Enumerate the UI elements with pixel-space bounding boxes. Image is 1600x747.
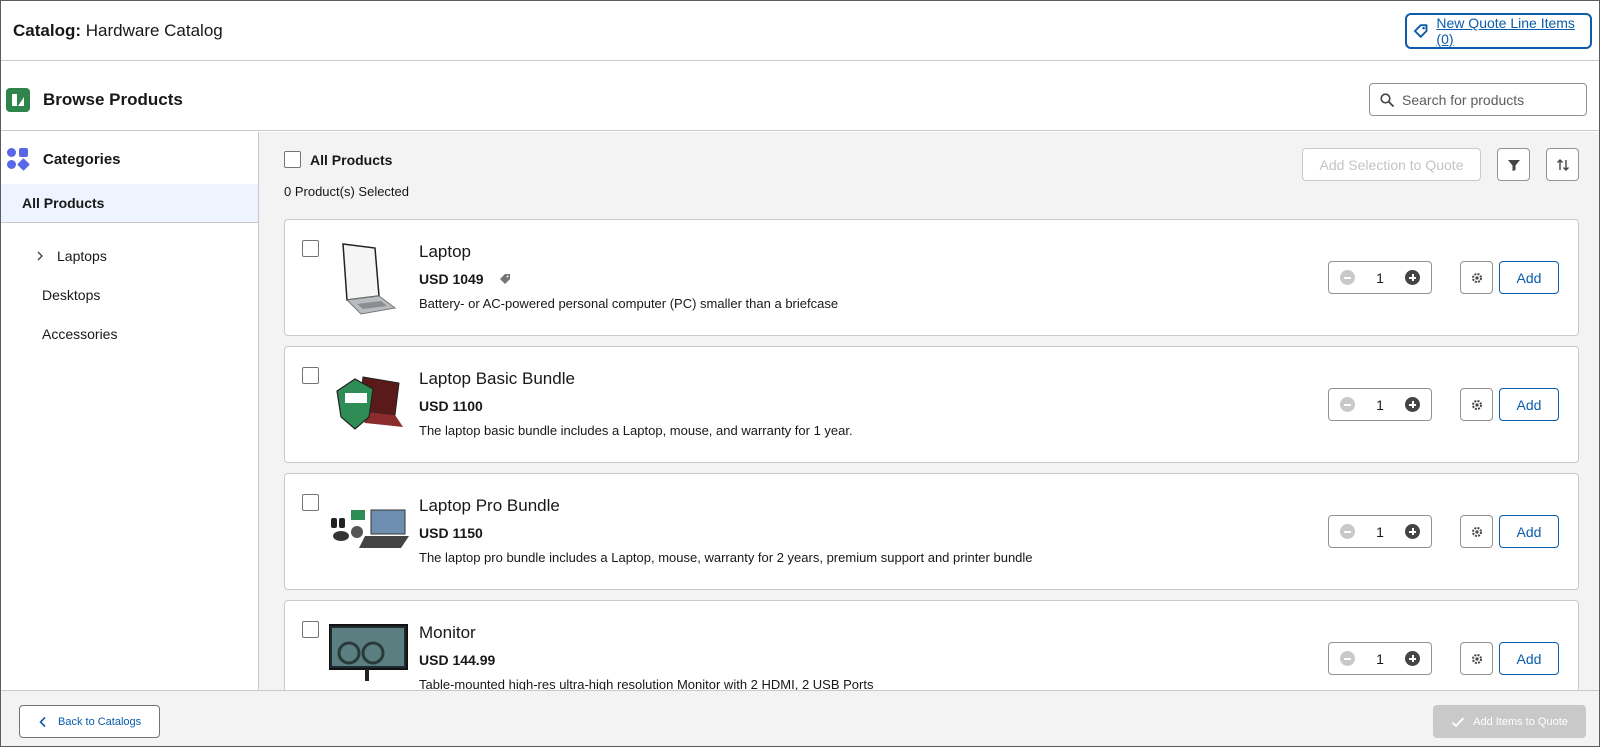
add-items-to-quote-button[interactable]: Add Items to Quote xyxy=(1433,705,1586,738)
configure-button[interactable] xyxy=(1460,642,1493,675)
gear-icon xyxy=(1471,653,1482,664)
back-to-catalogs-label: Back to Catalogs xyxy=(58,715,142,728)
product-name: Monitor xyxy=(419,623,476,642)
quantity-stepper[interactable]: 1 xyxy=(1328,388,1432,421)
search-icon xyxy=(1380,92,1394,107)
laptop-basic-bundle-image xyxy=(336,376,403,430)
footer-bar: Back to Catalogs Add Items to Quote xyxy=(1,690,1599,746)
sort-button[interactable] xyxy=(1546,148,1579,181)
quantity-stepper[interactable]: 1 xyxy=(1328,515,1432,548)
product-description: Table-mounted high-res ultra-high resolu… xyxy=(419,677,874,690)
product-description: The laptop basic bundle includes a Lapto… xyxy=(419,423,853,438)
product-price-value: USD 1049 xyxy=(419,271,484,287)
product-card-laptop-basic-bundle: Laptop Basic Bundle USD 1100 The laptop … xyxy=(284,346,1579,463)
filter-button[interactable] xyxy=(1497,148,1530,181)
sidebar-item-desktops[interactable]: Desktops xyxy=(42,287,100,303)
product-card-laptop: Laptop USD 1049 Battery- or AC-powered p… xyxy=(284,219,1579,336)
app-frame: Catalog: Hardware Catalog New Quote Line… xyxy=(0,0,1600,747)
product-description: The laptop pro bundle includes a Laptop,… xyxy=(419,550,1033,565)
search-box[interactable] xyxy=(1369,83,1587,116)
sidebar-item-accessories[interactable]: Accessories xyxy=(42,326,117,342)
new-quote-line-items-label: New Quote Line Items (0) xyxy=(1436,15,1575,47)
configure-button[interactable] xyxy=(1460,515,1493,548)
product-checkbox[interactable] xyxy=(302,240,319,257)
sidebar-item-label: Laptops xyxy=(57,248,107,264)
product-price: USD 1150 xyxy=(419,525,483,541)
increase-quantity-button[interactable] xyxy=(1405,524,1420,539)
gear-icon xyxy=(1471,399,1482,410)
product-description: Battery- or AC-powered personal computer… xyxy=(419,296,839,311)
check-icon xyxy=(1451,716,1465,727)
categories-title: Categories xyxy=(43,150,121,168)
monitor-image xyxy=(329,624,408,681)
browse-products-icon xyxy=(6,88,30,112)
product-price-value: USD 144.99 xyxy=(419,652,496,668)
configure-button[interactable] xyxy=(1460,261,1493,294)
product-checkbox[interactable] xyxy=(302,621,319,638)
catalog-prefix: Catalog: xyxy=(13,21,81,40)
categories-sidebar: Categories All Products Laptops Desktops… xyxy=(1,132,259,690)
laptop-image xyxy=(342,243,397,315)
select-all[interactable]: All Products xyxy=(284,151,392,168)
increase-quantity-button[interactable] xyxy=(1405,397,1420,412)
sidebar-item-laptops[interactable]: Laptops xyxy=(35,248,107,264)
gear-icon xyxy=(1471,526,1482,537)
increase-quantity-button[interactable] xyxy=(1405,651,1420,666)
product-name: Laptop xyxy=(419,242,471,261)
product-list-area: All Products 0 Product(s) Selected Add S… xyxy=(259,132,1599,690)
product-name: Laptop Pro Bundle xyxy=(419,496,560,515)
price-tag-icon xyxy=(499,274,510,284)
select-all-label: All Products xyxy=(310,151,393,168)
product-price-value: USD 1100 xyxy=(419,398,483,414)
product-card-monitor: Monitor USD 144.99 Table-mounted high-re… xyxy=(284,600,1579,690)
selected-count: 0 Product(s) Selected xyxy=(284,184,410,199)
add-button[interactable]: Add xyxy=(1499,388,1559,421)
add-button[interactable]: Add xyxy=(1499,515,1559,548)
quantity-stepper[interactable]: 1 xyxy=(1328,642,1432,675)
add-selection-to-quote-button[interactable]: Add Selection to Quote xyxy=(1302,148,1481,181)
product-price-value: USD 1150 xyxy=(419,525,483,541)
add-items-to-quote-label: Add Items to Quote xyxy=(1473,715,1568,728)
new-quote-line-items-button[interactable]: New Quote Line Items (0) xyxy=(1405,13,1592,49)
add-button[interactable]: Add xyxy=(1499,261,1559,294)
sort-icon xyxy=(1556,158,1569,171)
product-checkbox[interactable] xyxy=(302,494,319,511)
gear-icon xyxy=(1471,272,1482,283)
add-button[interactable]: Add xyxy=(1499,642,1559,675)
chevron-left-icon xyxy=(39,716,46,727)
back-to-catalogs-button[interactable]: Back to Catalogs xyxy=(19,705,160,738)
product-name: Laptop Basic Bundle xyxy=(419,369,575,388)
catalog-name: Hardware Catalog xyxy=(85,21,223,40)
product-price: USD 144.99 xyxy=(419,652,495,668)
product-price: USD 1100 xyxy=(419,398,483,414)
categories-header: Categories xyxy=(6,147,121,171)
search-input[interactable] xyxy=(1402,91,1572,108)
laptop-pro-bundle-image xyxy=(331,509,409,548)
price-tag-icon xyxy=(1413,24,1428,38)
browse-products-title: Browse Products xyxy=(43,90,183,109)
catalog-header: Catalog: Hardware Catalog New Quote Line… xyxy=(1,1,1599,61)
product-card-laptop-pro-bundle: Laptop Pro Bundle USD 1150 The laptop pr… xyxy=(284,473,1579,590)
quantity-stepper[interactable]: 1 xyxy=(1328,261,1432,294)
product-price: USD 1049 xyxy=(419,271,512,287)
sidebar-item-all-products[interactable]: All Products xyxy=(1,184,258,223)
select-all-checkbox[interactable] xyxy=(284,151,301,168)
increase-quantity-button[interactable] xyxy=(1405,270,1420,285)
filter-icon xyxy=(1507,159,1520,171)
configure-button[interactable] xyxy=(1460,388,1493,421)
browse-header: Browse Products xyxy=(1,62,1599,131)
categories-icon xyxy=(6,147,30,171)
catalog-title: Catalog: Hardware Catalog xyxy=(13,21,223,41)
product-checkbox[interactable] xyxy=(302,367,319,384)
chevron-right-icon[interactable] xyxy=(35,250,45,262)
